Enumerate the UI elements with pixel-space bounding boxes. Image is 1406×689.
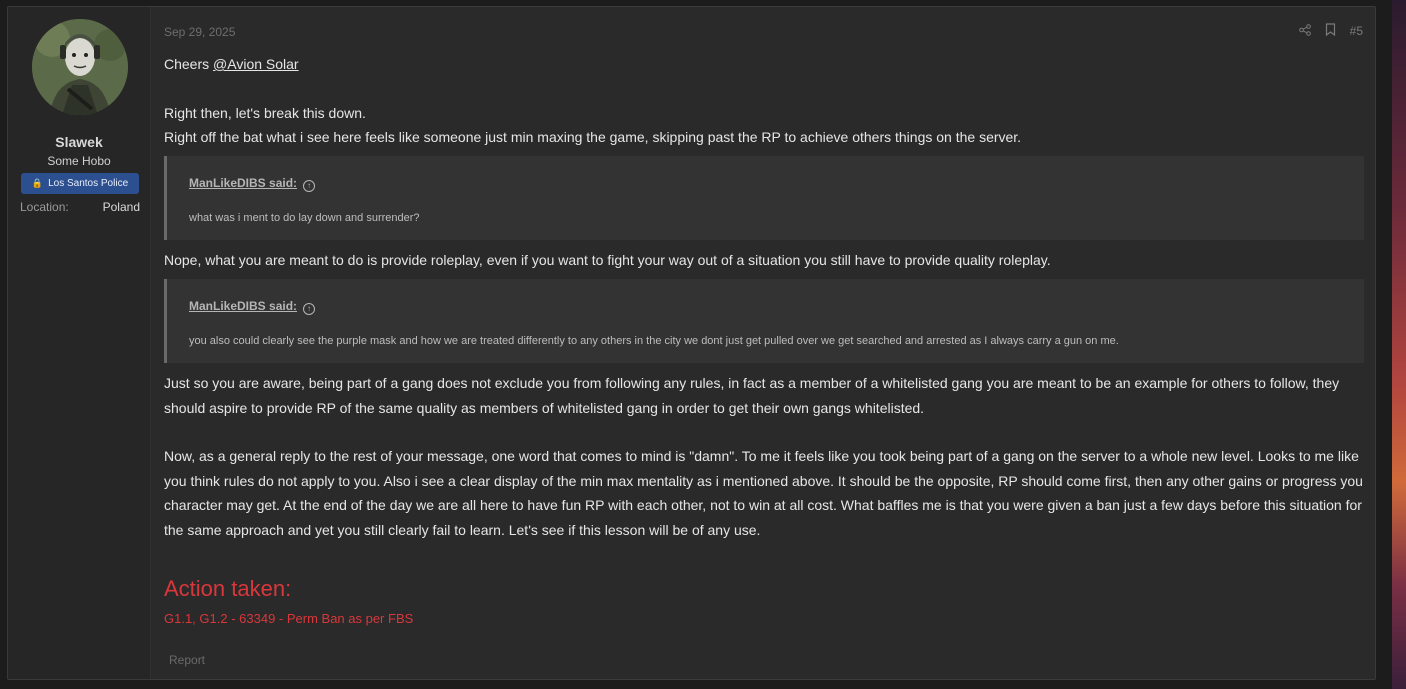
background-wallpaper [1392,0,1406,689]
arrow-up-circle-icon[interactable]: ↑ [303,179,316,192]
paragraph-3: Nope, what you are meant to do is provid… [164,252,1051,268]
user-mention-link[interactable]: @Avion Solar [213,56,299,72]
username[interactable]: Slawek [8,134,150,150]
avatar[interactable] [32,19,128,115]
paragraph-2: Right off the bat what i see here feels … [164,129,1022,145]
paragraph-1: Right then, let's break this down. [164,104,366,121]
action-taken-text: G1.1, G1.2 - 63349 - Perm Ban as per FBS [164,611,414,626]
greeting-text: Cheers [164,56,214,72]
post-actions: #5 [1298,23,1363,39]
share-icon[interactable] [1298,23,1311,39]
user-banner: 🔒 Los Santos Police [21,173,139,194]
paragraph-5: Now, as a general reply to the rest of y… [164,448,1363,538]
quote-block: ManLikeDIBS said: ↑ what was i ment to do… [164,155,1364,240]
location-value: Poland [102,200,140,214]
paragraph-4: Just so you are aware, being part of a g… [164,375,1340,416]
quote-block: ManLikeDIBS said: ↑ you also could clearl… [164,278,1364,363]
location-label: Location: [20,200,69,214]
quote-text: you also could clearly see the purple ma… [189,335,1119,347]
arrow-up-circle-icon[interactable]: ↑ [303,302,316,315]
avatar-image [32,19,128,115]
quote-author-link[interactable]: ManLikeDIBS said: [189,298,297,314]
quote-text: what was i ment to do lay down and surre… [189,212,420,224]
post-content: Cheers @Avion Solar Right then, let's br… [164,52,1364,673]
lock-icon: 🔒 [31,178,44,188]
user-banner-label: Los Santos Police [48,178,129,189]
quote-author-link[interactable]: ManLikeDIBS said: [189,175,297,191]
user-title: Some Hobo [47,154,111,168]
action-taken-title: Action taken: [164,576,292,601]
bookmark-icon[interactable] [1325,23,1336,39]
user-sidebar: Slawek Some Hobo 🔒 Los Santos Police Loc… [8,7,151,679]
forum-post: Slawek Some Hobo 🔒 Los Santos Police Loc… [7,6,1376,680]
post-number[interactable]: #5 [1350,24,1363,38]
report-link[interactable]: Report [169,648,1364,673]
post-date[interactable]: Sep 29, 2025 [164,25,235,39]
greeting-line: Cheers @Avion Solar [164,52,1364,77]
